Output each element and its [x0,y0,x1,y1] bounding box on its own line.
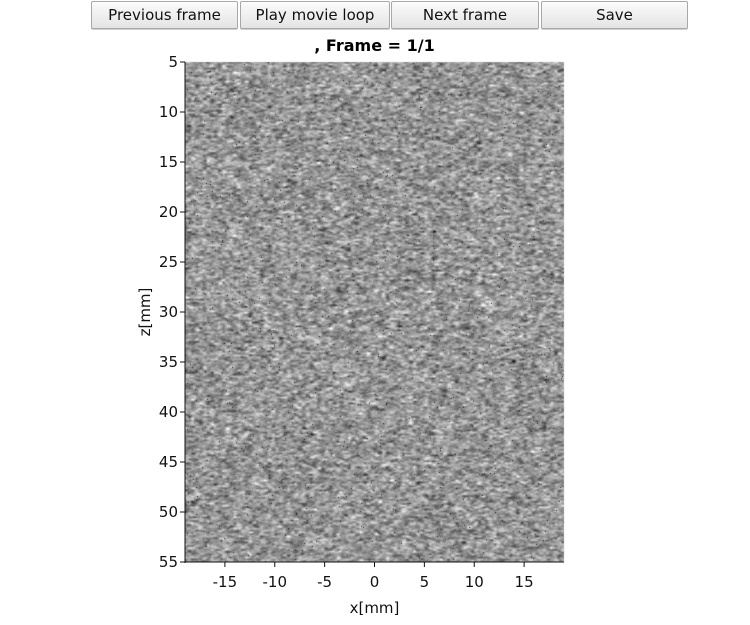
y-tick-label: 50 [159,503,178,521]
x-axis-ticks: -15 -10 -5 0 5 10 15 [213,562,534,591]
ultrasound-image [185,62,564,562]
x-tick-label: 0 [370,573,380,591]
x-tick-label: -5 [317,573,332,591]
x-tick-label: -15 [213,573,238,591]
y-axis-ticks: 5 10 15 20 25 30 35 40 45 50 55 [159,53,185,571]
ultrasound-plot: -15 -10 -5 0 5 10 15 5 10 15 20 25 30 35 40 45 50 55 x[m… [136,53,565,617]
x-tick-label: 10 [465,573,484,591]
y-tick-label: 35 [159,353,178,371]
y-tick-label: 30 [159,303,178,321]
x-tick-label: 5 [420,573,430,591]
y-axis-label: z[mm] [136,288,154,337]
y-tick-label: 10 [159,103,178,121]
y-tick-label: 55 [159,553,178,571]
y-tick-label: 25 [159,253,178,271]
x-tick-label: -10 [263,573,288,591]
app-window: Previous frame Play movie loop Next fram… [0,0,750,625]
y-tick-label: 45 [159,453,178,471]
y-tick-label: 40 [159,403,178,421]
y-tick-label: 20 [159,203,178,221]
y-tick-label: 15 [159,153,178,171]
x-axis-label: x[mm] [350,599,400,617]
y-tick-label: 5 [168,53,178,71]
x-tick-label: 15 [515,573,534,591]
